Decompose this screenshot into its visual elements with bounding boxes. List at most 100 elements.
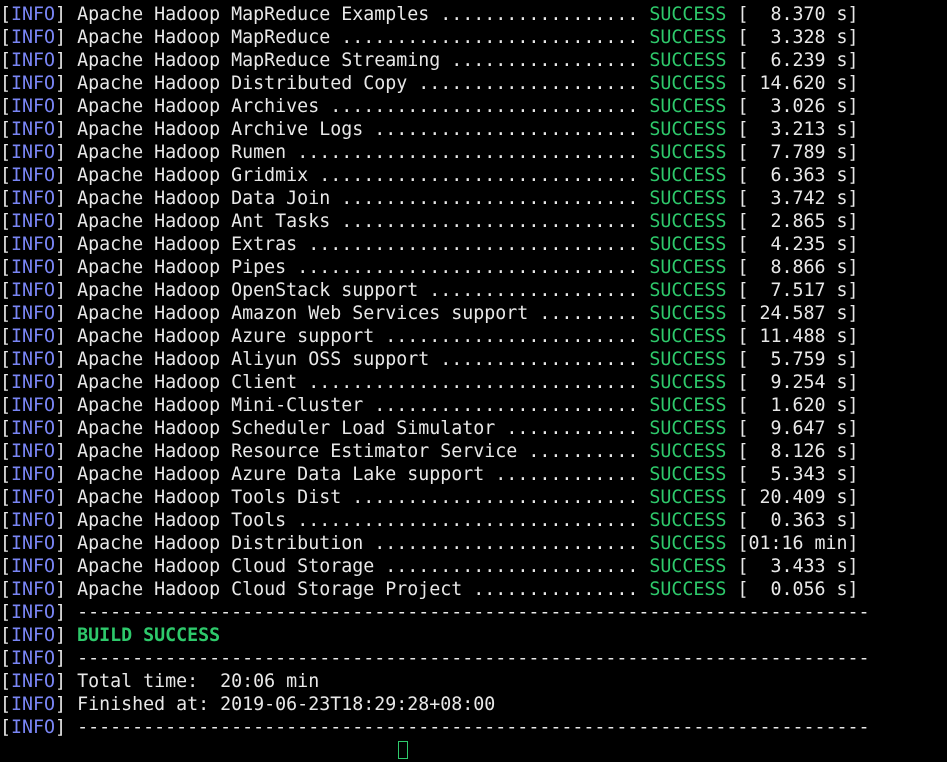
- finished-at-line: [INFO] Finished at: 2019-06-23T18:29:28+…: [0, 693, 947, 716]
- build-time: [ 8.370 s]: [737, 4, 859, 25]
- log-level: INFO: [11, 694, 56, 715]
- log-level: INFO: [11, 303, 56, 324]
- status-success: SUCCESS: [649, 27, 727, 48]
- log-line: [INFO] Apache Hadoop Extras ............…: [0, 233, 947, 256]
- module-name: Apache Hadoop MapReduce Examples: [77, 4, 430, 25]
- bracket-open: [: [0, 27, 12, 48]
- status-success: SUCCESS: [649, 556, 727, 577]
- module-name: Apache Hadoop Tools: [77, 510, 287, 531]
- prompt-line: [0, 739, 947, 762]
- bracket-open: [: [0, 648, 12, 669]
- bracket-open: [: [0, 464, 12, 485]
- module-name: Apache Hadoop Tools Dist: [77, 487, 342, 508]
- module-name: Apache Hadoop OpenStack support: [77, 280, 419, 301]
- build-time: [ 20.409 s]: [737, 487, 859, 508]
- dot-leader: .........: [528, 303, 650, 324]
- bracket-open: [: [0, 533, 12, 554]
- log-level: INFO: [11, 602, 56, 623]
- log-level: INFO: [11, 326, 56, 347]
- build-time: [ 9.647 s]: [737, 418, 859, 439]
- bracket-close: ]: [55, 96, 78, 117]
- log-line: [INFO] Apache Hadoop Resource Estimator …: [0, 440, 947, 463]
- log-line: [INFO] Apache Hadoop MapReduce Examples …: [0, 3, 947, 26]
- status-success: SUCCESS: [649, 142, 727, 163]
- status-success: SUCCESS: [649, 579, 727, 600]
- build-time: [ 0.056 s]: [737, 579, 859, 600]
- bracket-open: [: [0, 234, 12, 255]
- dot-leader: .......................: [374, 326, 650, 347]
- log-level: INFO: [11, 510, 56, 531]
- bracket-close: ]: [55, 671, 78, 692]
- status-success: SUCCESS: [649, 441, 727, 462]
- bracket-open: [: [0, 165, 12, 186]
- status-success: SUCCESS: [649, 464, 727, 485]
- module-name: Apache Hadoop Distribution: [77, 533, 364, 554]
- log-level: INFO: [11, 441, 56, 462]
- build-time: [ 3.026 s]: [737, 96, 859, 117]
- module-name: Apache Hadoop Archives: [77, 96, 320, 117]
- build-time: [01:16 min]: [737, 533, 859, 554]
- module-name: Apache Hadoop Gridmix: [77, 165, 309, 186]
- bracket-open: [: [0, 211, 12, 232]
- dot-leader: .................: [440, 50, 650, 71]
- dot-leader: ....................: [407, 73, 650, 94]
- bracket-open: [: [0, 50, 12, 71]
- module-name: Apache Hadoop Cloud Storage Project: [77, 579, 463, 600]
- bracket-close: ]: [55, 165, 78, 186]
- log-line: [INFO] Apache Hadoop Distributed Copy ..…: [0, 72, 947, 95]
- bracket-open: [: [0, 579, 12, 600]
- build-time: [ 2.865 s]: [737, 211, 859, 232]
- bracket-close: ]: [55, 50, 78, 71]
- bracket-close: ]: [55, 441, 78, 462]
- dot-leader: ...............................: [286, 142, 650, 163]
- log-line: [INFO] Apache Hadoop OpenStack support .…: [0, 279, 947, 302]
- log-level: INFO: [11, 372, 56, 393]
- log-level: INFO: [11, 50, 56, 71]
- log-level: INFO: [11, 96, 56, 117]
- build-result-line: [INFO] BUILD SUCCESS: [0, 624, 947, 647]
- bracket-open: [: [0, 142, 12, 163]
- module-name: Apache Hadoop MapReduce Streaming: [77, 50, 441, 71]
- log-line: [INFO] Apache Hadoop Mini-Cluster ......…: [0, 394, 947, 417]
- status-success: SUCCESS: [649, 119, 727, 140]
- dot-leader: ..............................: [297, 234, 650, 255]
- status-success: SUCCESS: [649, 280, 727, 301]
- bracket-close: ]: [55, 372, 78, 393]
- log-level: INFO: [11, 579, 56, 600]
- module-name: Apache Hadoop Mini-Cluster: [77, 395, 364, 416]
- dot-leader: ...............................: [286, 257, 650, 278]
- module-name: Apache Hadoop Extras: [77, 234, 298, 255]
- log-level: INFO: [11, 165, 56, 186]
- build-time: [ 6.239 s]: [737, 50, 859, 71]
- log-level: INFO: [11, 73, 56, 94]
- bracket-close: ]: [55, 4, 78, 25]
- bracket-close: ]: [55, 303, 78, 324]
- module-name: Apache Hadoop Scheduler Load Simulator: [77, 418, 496, 439]
- bracket-open: [: [0, 96, 12, 117]
- terminal-output[interactable]: [INFO] Apache Hadoop MapReduce Examples …: [0, 3, 947, 759]
- bracket-open: [: [0, 257, 12, 278]
- bracket-close: ]: [55, 717, 78, 738]
- bracket-close: ]: [55, 27, 78, 48]
- log-line: [INFO] Apache Hadoop Archives ..........…: [0, 95, 947, 118]
- build-time: [ 3.213 s]: [737, 119, 859, 140]
- bracket-close: ]: [55, 142, 78, 163]
- dot-leader: ..........: [517, 441, 650, 462]
- log-level: INFO: [11, 395, 56, 416]
- bracket-open: [: [0, 188, 12, 209]
- module-name: Apache Hadoop Data Join: [77, 188, 331, 209]
- status-success: SUCCESS: [649, 165, 727, 186]
- log-level: INFO: [11, 234, 56, 255]
- build-time: [ 5.343 s]: [737, 464, 859, 485]
- bracket-open: [: [0, 280, 12, 301]
